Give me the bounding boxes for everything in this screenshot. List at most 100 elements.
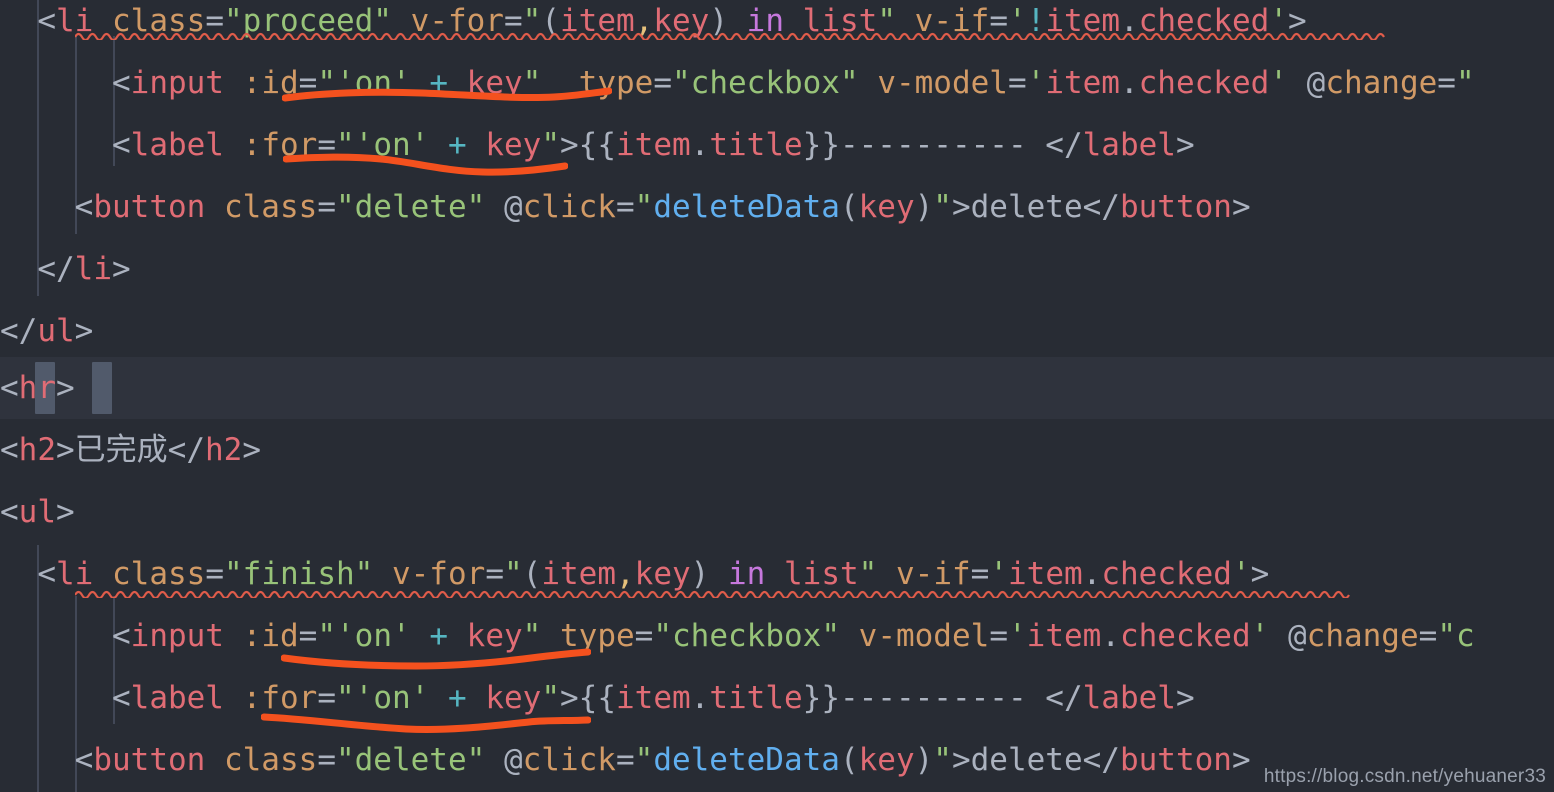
code-token: ' <box>1269 65 1288 101</box>
code-token: " <box>541 680 560 716</box>
line-li-proceed[interactable]: <li class="proceed" v-for="(item,key) in… <box>0 0 1554 52</box>
code-token: li <box>56 3 94 39</box>
code-token: ) <box>709 3 728 39</box>
error-squiggle-proceed <box>75 30 1385 40</box>
code-token: = <box>989 618 1008 654</box>
code-token: :id <box>242 65 299 101</box>
code-token: :for <box>242 680 318 716</box>
code-token: . <box>1119 65 1139 101</box>
code-token: label <box>1082 680 1176 716</box>
code-token: type <box>560 618 635 654</box>
code-editor-screenshot: <li class="proceed" v-for="(item,key) in… <box>0 0 1554 792</box>
line-close-li-1[interactable]: </li> <box>0 238 1554 300</box>
code-token: " <box>634 742 654 778</box>
code-token: = <box>317 189 336 225</box>
code-token: = <box>317 680 336 716</box>
code-token: " <box>317 618 336 654</box>
code-token: > <box>242 432 261 468</box>
code-token: > <box>56 370 75 406</box>
code-token: ul <box>18 494 56 530</box>
code-token: ) <box>914 742 934 778</box>
code-token: @ <box>503 742 523 778</box>
code-token: checked <box>1119 618 1251 654</box>
code-token: " <box>317 65 336 101</box>
code-lines[interactable]: <li class="proceed" v-for="(item,key) in… <box>0 0 1554 792</box>
code-token: > <box>1288 3 1307 39</box>
code-token: " <box>541 127 560 163</box>
code-token: deleteData <box>653 189 840 225</box>
line-h2-finished[interactable]: <h2>已完成</h2> <box>0 419 1554 481</box>
error-squiggle-finish <box>75 588 1350 598</box>
code-token: hr <box>18 370 56 406</box>
code-token: "c <box>1437 618 1475 654</box>
code-token: < <box>111 618 131 654</box>
code-token: key <box>485 127 542 163</box>
code-token: < <box>0 432 19 468</box>
line-input-proceed[interactable]: <input :id="'on' + key" type="checkbox" … <box>0 52 1554 114</box>
code-token: key <box>485 680 542 716</box>
line-button-proceed[interactable]: <button class="delete" @click="deleteDat… <box>0 176 1554 238</box>
code-token: = <box>989 3 1008 39</box>
code-token: delete <box>970 742 1083 778</box>
code-token: ul <box>37 313 75 349</box>
code-token: = <box>317 742 336 778</box>
line-label-proceed[interactable]: <label :for="'on' + key">{{item.title}}-… <box>0 114 1554 176</box>
code-token: ! <box>1026 3 1046 39</box>
line-label-finish[interactable]: <label :for="'on' + key">{{item.title}}-… <box>0 667 1554 729</box>
code-token: " <box>933 189 952 225</box>
line-hr[interactable]: <hr> <box>0 357 1554 419</box>
code-token: key <box>858 189 915 225</box>
code-token: < <box>37 556 56 592</box>
code-token: "proceed" <box>224 3 392 39</box>
code-token: title <box>709 680 803 716</box>
code-token: item <box>1026 618 1102 654</box>
code-token: </ <box>1045 680 1083 716</box>
code-token: </ <box>0 313 38 349</box>
code-token: 'on' <box>354 127 430 163</box>
code-token: change <box>1325 65 1438 101</box>
code-token: "delete" <box>335 742 486 778</box>
code-token: = <box>615 189 635 225</box>
code-token: }} <box>802 680 840 716</box>
code-token: = <box>615 742 635 778</box>
code-token: v-for <box>410 3 504 39</box>
code-token: < <box>0 494 19 530</box>
code-token: 'on' <box>336 618 411 654</box>
code-token: @ <box>1306 65 1326 101</box>
code-token: < <box>0 370 19 406</box>
code-token: " <box>634 189 654 225</box>
code-token: item <box>616 680 691 716</box>
code-token: , <box>634 3 654 39</box>
code-token: < <box>74 742 94 778</box>
code-token: " <box>877 3 896 39</box>
code-token: key <box>466 618 523 654</box>
code-token: click <box>522 189 616 225</box>
line-input-finish[interactable]: <input :id="'on' + key" type="checkbox" … <box>0 605 1554 667</box>
code-token: h2 <box>18 432 56 468</box>
line-close-ul-1[interactable]: </ul> <box>0 300 1554 362</box>
line-open-ul-2[interactable]: <ul> <box>0 481 1554 543</box>
code-token: . <box>690 680 710 716</box>
code-token: " <box>933 742 952 778</box>
code-token: class <box>223 189 318 225</box>
code-token: :for <box>242 127 318 163</box>
code-token: ( <box>839 742 859 778</box>
code-token: class <box>223 742 318 778</box>
code-token: "delete" <box>335 189 486 225</box>
code-token: = <box>317 127 336 163</box>
code-token: = <box>1418 618 1438 654</box>
code-token: input <box>130 65 224 101</box>
